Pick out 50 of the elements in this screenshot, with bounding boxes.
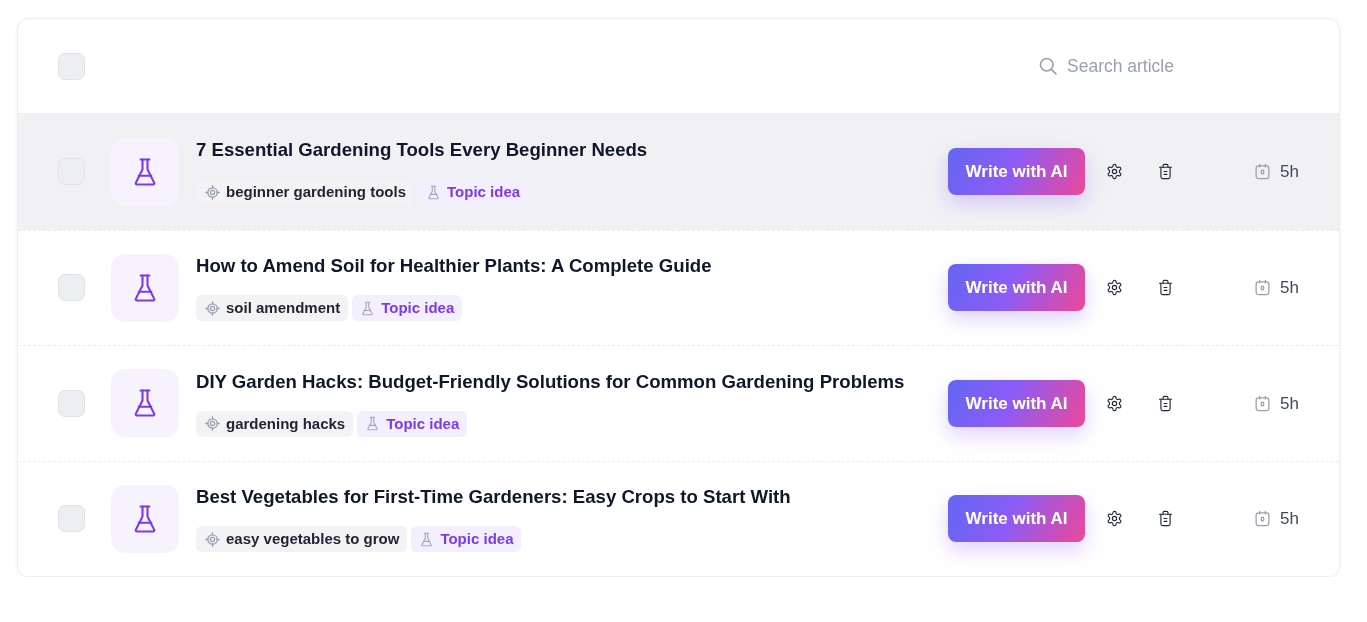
age-text: 5h — [1280, 161, 1299, 183]
row-checkbox[interactable] — [58, 274, 85, 302]
calendar-icon — [1254, 394, 1272, 412]
row-checkbox[interactable] — [58, 389, 85, 417]
write-with-ai-button[interactable]: Write with AI — [948, 379, 1086, 427]
settings-icon[interactable] — [1106, 394, 1124, 412]
search-field[interactable]: Search article — [1067, 52, 1243, 80]
age-text: 5h — [1280, 392, 1299, 415]
flask-icon — [111, 137, 179, 206]
keyword-text: beginner gardening tools — [226, 182, 406, 202]
flask-icon — [111, 484, 179, 553]
keyword-text: easy vegetables to grow — [226, 529, 400, 549]
settings-icon[interactable] — [1106, 279, 1124, 297]
calendar-icon — [1254, 279, 1272, 297]
trash-icon[interactable] — [1157, 394, 1175, 412]
topic-text: Topic idea — [381, 298, 455, 318]
flask-icon — [365, 416, 381, 432]
keyword-text: soil amendment — [226, 298, 341, 318]
target-icon — [205, 416, 220, 432]
flask-icon — [111, 253, 179, 322]
row-checkbox[interactable] — [58, 505, 85, 533]
calendar-icon — [1254, 510, 1272, 528]
flask-icon — [111, 369, 179, 438]
age-text: 5h — [1280, 508, 1299, 530]
flask-icon — [426, 184, 441, 200]
article-title[interactable]: Best Vegetables for First-Time Gardeners: Easy Crops to Start With — [196, 485, 949, 510]
write-with-ai-button[interactable]: Write with AI — [948, 264, 1086, 312]
trash-icon[interactable] — [1157, 163, 1175, 181]
select-all-checkbox[interactable] — [58, 52, 85, 80]
topic-text: Topic idea — [447, 182, 521, 202]
target-icon — [205, 184, 220, 200]
article-title[interactable]: How to Amend Soil for Healthier Plants: A Complete Guide — [196, 254, 949, 279]
topic-text: Topic idea — [440, 529, 514, 549]
write-with-ai-button[interactable]: Write with AI — [948, 495, 1086, 543]
target-icon — [205, 300, 220, 316]
write-with-ai-button[interactable]: Write with AI — [948, 148, 1086, 196]
trash-icon[interactable] — [1157, 510, 1175, 528]
article-title[interactable]: 7 Essential Gardening Tools Every Beginner Needs — [196, 138, 949, 163]
search-icon — [1038, 56, 1058, 76]
article-title[interactable]: DIY Garden Hacks: Budget-Friendly Solutions for Common Gardening Problems — [196, 369, 949, 394]
target-icon — [205, 531, 220, 547]
settings-icon[interactable] — [1106, 163, 1124, 181]
trash-icon[interactable] — [1157, 279, 1175, 297]
flask-icon — [360, 300, 376, 316]
flask-icon — [419, 531, 435, 547]
age-text: 5h — [1280, 277, 1299, 299]
keyword-text: gardening hacks — [226, 413, 346, 434]
topic-text: Topic idea — [386, 413, 460, 434]
settings-icon[interactable] — [1106, 510, 1124, 528]
calendar-icon — [1254, 163, 1272, 181]
